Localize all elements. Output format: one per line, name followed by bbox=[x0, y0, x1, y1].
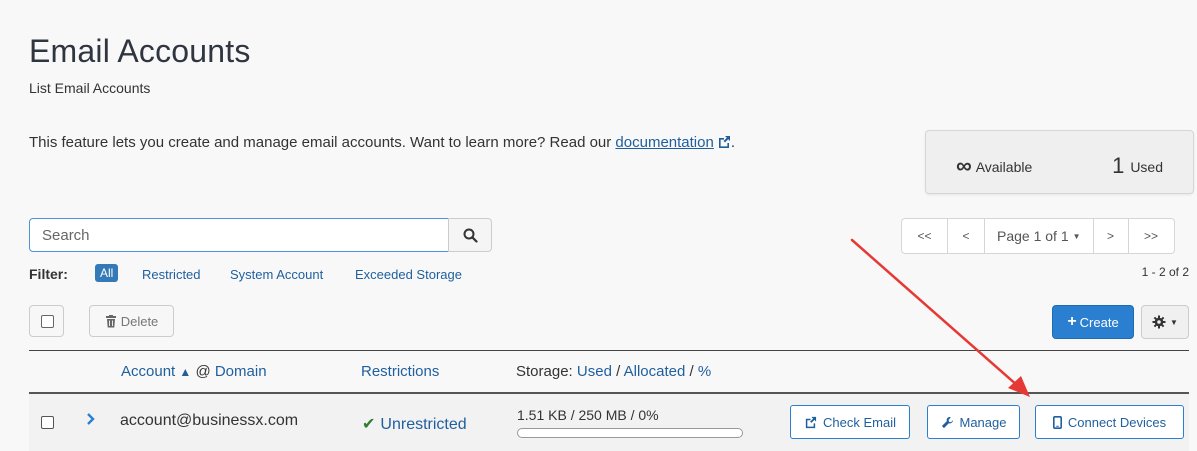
last-page-button[interactable]: >> bbox=[1129, 219, 1174, 253]
select-all-checkbox[interactable] bbox=[29, 305, 64, 337]
check-email-label: Check Email bbox=[823, 414, 896, 430]
account-header[interactable]: Account ▲ @ Domain bbox=[121, 363, 267, 380]
connect-devices-button[interactable]: Connect Devices bbox=[1035, 405, 1184, 439]
filter-all[interactable]: All bbox=[95, 264, 119, 282]
storage-allocated-sort[interactable]: Allocated bbox=[624, 363, 686, 380]
filter-label: Filter: bbox=[29, 266, 68, 282]
external-link-icon[interactable] bbox=[717, 135, 731, 149]
gear-icon bbox=[1152, 315, 1166, 329]
manage-label: Manage bbox=[959, 414, 1007, 430]
checkbox-box bbox=[41, 315, 54, 328]
documentation-link[interactable]: documentation bbox=[615, 134, 713, 151]
used-count: 1 bbox=[1112, 153, 1125, 178]
first-page-button[interactable]: << bbox=[902, 219, 948, 253]
account-address: account@businessx.com bbox=[120, 412, 299, 429]
storage-usage-bar bbox=[517, 428, 743, 438]
page-subtitle: List Email Accounts bbox=[29, 80, 151, 96]
page-title: Email Accounts bbox=[29, 33, 251, 69]
create-button[interactable]: + Create bbox=[1052, 305, 1134, 339]
search-button[interactable] bbox=[448, 218, 492, 252]
intro-end: . bbox=[730, 134, 735, 151]
restriction-status[interactable]: ✔ Unrestricted bbox=[362, 414, 467, 434]
domain-header-label[interactable]: Domain bbox=[215, 363, 267, 380]
trash-icon bbox=[105, 314, 116, 327]
delete-label: Delete bbox=[120, 313, 159, 329]
check-icon: ✔ bbox=[362, 416, 376, 433]
wrench-icon bbox=[941, 416, 953, 428]
account-header-label: Account bbox=[121, 363, 176, 380]
sort-asc-icon: ▲ bbox=[179, 365, 192, 379]
restriction-label: Unrestricted bbox=[380, 416, 467, 433]
available-label: Available bbox=[975, 159, 1033, 175]
storage-percent-sort[interactable]: % bbox=[698, 363, 711, 380]
prev-page-button[interactable]: < bbox=[948, 219, 985, 253]
next-page-button[interactable]: > bbox=[1094, 219, 1129, 253]
email-accounts-page: Email Accounts List Email Accounts This … bbox=[0, 0, 1197, 451]
filter-system-account[interactable]: System Account bbox=[230, 267, 323, 282]
page-select[interactable]: Page 1 of 1 ▼ bbox=[985, 219, 1094, 253]
chevron-right-icon bbox=[87, 413, 95, 425]
restrictions-header[interactable]: Restrictions bbox=[361, 363, 439, 380]
mobile-phone-icon bbox=[1052, 415, 1062, 429]
table-row: account@businessx.com ✔ Unrestricted 1.51… bbox=[29, 394, 1189, 451]
search-icon bbox=[463, 228, 478, 243]
row-checkbox[interactable] bbox=[41, 416, 54, 429]
caret-down-icon: ▼ bbox=[1072, 231, 1081, 241]
expand-row-button[interactable] bbox=[86, 411, 96, 432]
storage-header: Storage: Used / Allocated / % bbox=[516, 363, 711, 380]
pagination: << < Page 1 of 1 ▼ > >> bbox=[901, 218, 1175, 254]
storage-header-prefix: Storage: bbox=[516, 363, 573, 380]
check-email-button[interactable]: Check Email bbox=[790, 405, 910, 439]
storage-used-sort[interactable]: Used bbox=[577, 363, 612, 380]
storage-value: 1.51 KB / 250 MB / 0% bbox=[517, 407, 659, 423]
available-stat: ∞ Available bbox=[956, 153, 1032, 179]
table-header: Account ▲ @ Domain Restrictions Storage:… bbox=[29, 351, 1189, 392]
search-input[interactable] bbox=[29, 218, 449, 252]
intro-text: This feature lets you create and manage … bbox=[29, 134, 735, 151]
account-stats-panel: ∞ Available 1 Used bbox=[925, 130, 1194, 194]
external-link-icon bbox=[805, 416, 817, 428]
page-select-label: Page 1 of 1 bbox=[997, 228, 1069, 244]
create-label: Create bbox=[1079, 314, 1119, 330]
used-label: Used bbox=[1130, 159, 1163, 175]
at-symbol: @ bbox=[195, 363, 211, 380]
intro-sentence: This feature lets you create and manage … bbox=[29, 134, 616, 151]
search-group bbox=[29, 218, 492, 252]
used-stat: 1 Used bbox=[1112, 153, 1163, 179]
result-count: 1 - 2 of 2 bbox=[1141, 265, 1189, 279]
storage-slash-2: / bbox=[689, 363, 694, 380]
manage-button[interactable]: Manage bbox=[927, 405, 1020, 439]
filter-restricted[interactable]: Restricted bbox=[142, 267, 201, 282]
connect-devices-label: Connect Devices bbox=[1067, 414, 1167, 430]
infinity-symbol: ∞ bbox=[956, 153, 972, 178]
plus-icon: + bbox=[1067, 313, 1077, 330]
storage-slash-1: / bbox=[616, 363, 621, 380]
settings-dropdown-button[interactable]: ▼ bbox=[1141, 305, 1189, 339]
caret-down-icon: ▼ bbox=[1170, 317, 1178, 327]
delete-button[interactable]: Delete bbox=[89, 305, 174, 337]
filter-exceeded-storage[interactable]: Exceeded Storage bbox=[355, 267, 462, 282]
